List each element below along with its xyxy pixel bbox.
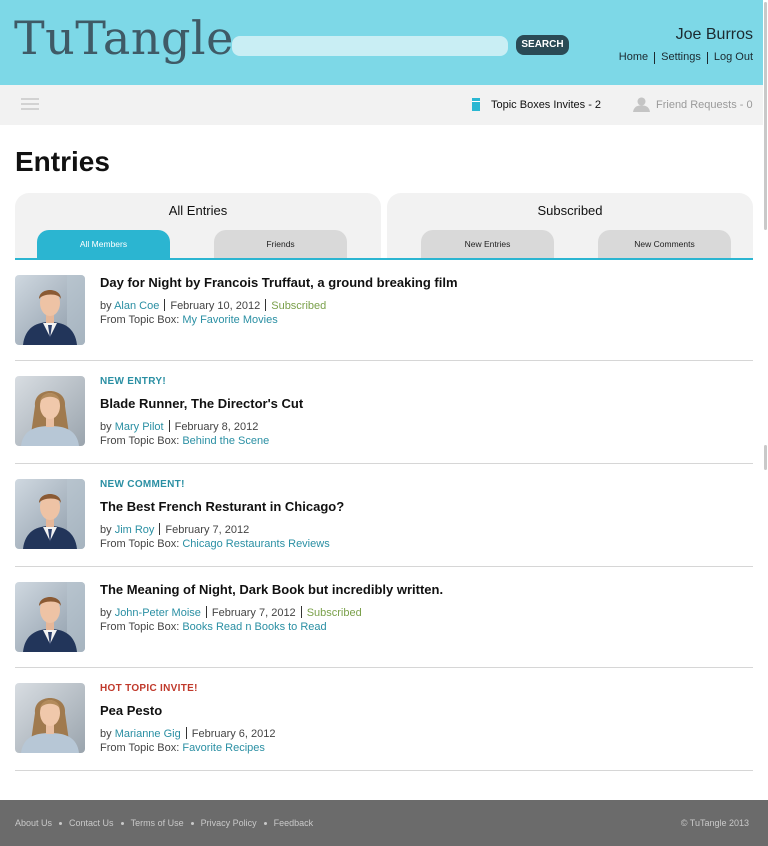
entry-date: February 10, 2012 — [170, 300, 261, 312]
avatar[interactable] — [15, 582, 85, 652]
from-topic-label: From Topic Box: — [100, 314, 180, 326]
by-label: by — [100, 607, 112, 619]
entry-divider — [15, 667, 753, 668]
entry-date: February 7, 2012 — [165, 524, 250, 536]
entry-title[interactable]: Day for Night by Francois Truffaut, a gr… — [100, 275, 458, 290]
entry-divider — [15, 463, 753, 464]
search-input[interactable] — [232, 36, 508, 56]
footer-about-link[interactable]: About Us — [15, 818, 52, 828]
tab-all-members[interactable]: All Members — [37, 230, 170, 258]
nav-divider — [654, 52, 656, 64]
meta-divider — [159, 523, 161, 535]
tab-new-comments[interactable]: New Comments — [598, 230, 731, 258]
entry-title[interactable]: Pea Pesto — [100, 703, 162, 718]
entry-meta: by Marianne Gig February 6, 2012 — [100, 725, 276, 740]
meta-divider — [164, 299, 166, 311]
scrollbar-thumb-secondary[interactable] — [764, 445, 767, 470]
topic-box-link[interactable]: Books Read n Books to Read — [182, 621, 326, 633]
meta-divider — [185, 727, 187, 739]
tab-new-entries[interactable]: New Entries — [421, 230, 554, 258]
meta-divider — [205, 606, 207, 618]
entry-title[interactable]: Blade Runner, The Director's Cut — [100, 396, 303, 411]
user-name: Joe Burros — [675, 26, 753, 43]
logo[interactable]: TuTangle — [14, 10, 234, 66]
subscribed-heading: Subscribed — [537, 203, 603, 218]
entry-meta: by Mary Pilot February 8, 2012 — [100, 418, 258, 433]
all-entries-heading: All Entries — [168, 203, 228, 218]
entry-topic: From Topic Box: Behind the Scene — [100, 435, 269, 447]
entry-divider — [15, 770, 753, 771]
entry-meta: by Alan Coe February 10, 2012 Subscribed — [100, 297, 326, 312]
nav-logout-link[interactable]: Log Out — [714, 51, 753, 63]
avatar[interactable] — [15, 275, 85, 345]
from-topic-label: From Topic Box: — [100, 435, 180, 447]
hamburger-menu-icon[interactable] — [21, 98, 39, 110]
entry-date: February 7, 2012 — [211, 607, 296, 619]
nav-settings-link[interactable]: Settings — [661, 51, 701, 63]
sub-toolbar — [0, 85, 768, 125]
from-topic-label: From Topic Box: — [100, 742, 180, 754]
entry-date: February 6, 2012 — [191, 728, 276, 740]
author-link[interactable]: Jim Roy — [115, 524, 155, 536]
avatar[interactable] — [15, 479, 85, 549]
entry-divider — [15, 360, 753, 361]
friend-requests-link[interactable]: Friend Requests - 0 — [656, 99, 753, 111]
topic-invites-link[interactable]: Topic Boxes Invites - 2 — [491, 99, 601, 111]
entry-date: February 8, 2012 — [174, 421, 259, 433]
footer-privacy-link[interactable]: Privacy Policy — [201, 818, 257, 828]
entry-divider — [15, 566, 753, 567]
entry-topic: From Topic Box: My Favorite Movies — [100, 314, 278, 326]
avatar[interactable] — [15, 376, 85, 446]
by-label: by — [100, 421, 112, 433]
topic-box-link[interactable]: Chicago Restaurants Reviews — [182, 538, 329, 550]
subscribed-status: Subscribed — [271, 300, 327, 312]
new-comment-badge: NEW COMMENT! — [100, 479, 185, 490]
footer-dot — [190, 821, 194, 825]
from-topic-label: From Topic Box: — [100, 538, 180, 550]
entry-meta: by John-Peter Moise February 7, 2012 Subsc… — [100, 604, 362, 619]
subscribed-status: Subscribed — [306, 607, 362, 619]
nav-divider — [706, 52, 708, 64]
footer-dot — [59, 821, 63, 825]
meta-divider — [168, 420, 170, 432]
by-label: by — [100, 300, 112, 312]
nav-home-link[interactable]: Home — [619, 51, 648, 63]
tab-friends[interactable]: Friends — [214, 230, 347, 258]
avatar[interactable] — [15, 683, 85, 753]
by-label: by — [100, 524, 112, 536]
entry-topic: From Topic Box: Chicago Restaurants Revi… — [100, 538, 330, 550]
author-link[interactable]: Mary Pilot — [115, 421, 164, 433]
topic-box-link[interactable]: Behind the Scene — [182, 435, 269, 447]
meta-divider — [300, 606, 302, 618]
top-nav: Home Settings Log Out — [619, 51, 753, 64]
page-title: Entries — [15, 146, 110, 177]
scrollbar-thumb[interactable] — [764, 2, 767, 230]
search-button[interactable]: SEARCH — [516, 35, 569, 55]
entry-title[interactable]: The Best French Resturant in Chicago? — [100, 499, 344, 514]
author-link[interactable]: Marianne Gig — [115, 728, 181, 740]
new-entry-badge: NEW ENTRY! — [100, 376, 166, 387]
footer-feedback-link[interactable]: Feedback — [274, 818, 314, 828]
footer-contact-link[interactable]: Contact Us — [69, 818, 114, 828]
author-link[interactable]: John-Peter Moise — [115, 607, 201, 619]
topic-box-link[interactable]: Favorite Recipes — [182, 742, 265, 754]
entry-topic: From Topic Box: Books Read n Books to Re… — [100, 621, 327, 633]
from-topic-label: From Topic Box: — [100, 621, 180, 633]
entry-title[interactable]: The Meaning of Night, Dark Book but incr… — [100, 582, 443, 597]
by-label: by — [100, 728, 112, 740]
footer-dot — [263, 821, 267, 825]
hot-topic-badge: HOT TOPIC INVITE! — [100, 683, 198, 694]
footer-links: About Us Contact Us Terms of Use Privacy… — [15, 818, 313, 828]
footer-terms-link[interactable]: Terms of Use — [131, 818, 184, 828]
footer-dot — [120, 821, 124, 825]
person-icon — [633, 97, 650, 112]
copyright: © TuTangle 2013 — [680, 818, 749, 828]
author-link[interactable]: Alan Coe — [114, 300, 159, 312]
meta-divider — [265, 299, 267, 311]
topic-box-link[interactable]: My Favorite Movies — [182, 314, 277, 326]
entry-meta: by Jim Roy February 7, 2012 — [100, 521, 249, 536]
entry-topic: From Topic Box: Favorite Recipes — [100, 742, 265, 754]
topic-box-icon — [472, 98, 480, 111]
tabs-underline — [15, 258, 753, 260]
